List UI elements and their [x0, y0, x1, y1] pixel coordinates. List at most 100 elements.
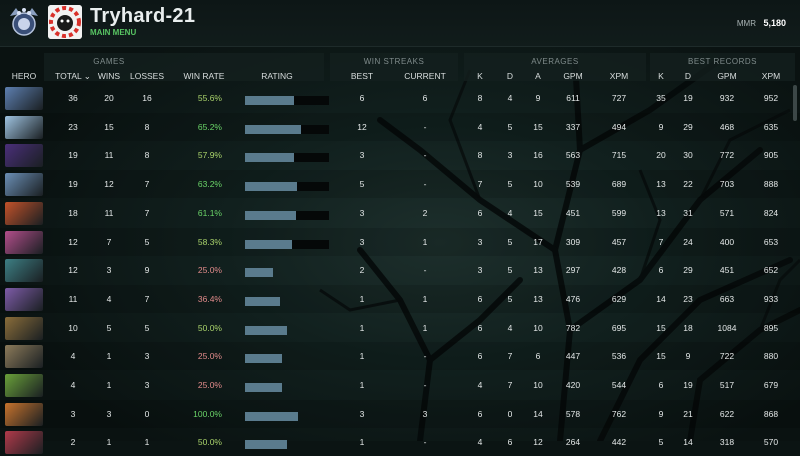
row-best-deaths: 21: [683, 408, 693, 419]
hero-icon-11[interactable]: [5, 374, 43, 397]
row-win-rate: 57.9%: [197, 150, 222, 161]
row-best-gpm: 571: [719, 207, 735, 218]
row-avg-xpm: 494: [611, 121, 627, 132]
row-avg-gpm: 563: [565, 150, 581, 161]
table-row[interactable]: 11 4 7 1 1 6 5 13 476 629 14 23 663 933 36.4%: [0, 284, 800, 313]
row-avg-kills: 8: [477, 150, 483, 161]
row-win-rate: 55.6%: [197, 93, 222, 103]
row-wins: 1: [106, 351, 112, 362]
table-scrollbar[interactable]: [793, 85, 797, 121]
row-avg-gpm: 578: [565, 408, 581, 419]
row-best-gpm: 622: [719, 408, 735, 419]
averages-group-title: AVERAGES: [531, 57, 579, 66]
col-header-best-streak[interactable]: BEST: [348, 71, 376, 81]
row-best-xpm: 653: [763, 236, 779, 247]
hero-icon-4[interactable]: [5, 173, 43, 197]
col-header-rating[interactable]: RATING: [252, 71, 302, 81]
table-row[interactable]: 19 11 8 3 - 8 3 16 563 715 20 30 772 905 57.9%: [0, 141, 800, 169]
col-header-hero[interactable]: HERO: [8, 71, 40, 81]
col-header-avg-xpm[interactable]: XPM: [606, 71, 632, 81]
col-header-avg-gpm[interactable]: GPM: [560, 71, 586, 81]
row-win-rate: 58.3%: [197, 236, 222, 247]
row-avg-xpm: 544: [611, 380, 627, 390]
main-menu-link[interactable]: MAIN MENU: [90, 28, 136, 37]
row-best-xpm: 895: [763, 322, 779, 333]
row-best-deaths: 30: [683, 150, 693, 161]
row-wins: 3: [106, 265, 112, 276]
row-wins: 20: [104, 93, 114, 103]
row-best-gpm: 1084: [717, 322, 737, 333]
table-row[interactable]: 36 20 16 6 6 8 4 9 611 727 35 19 932 952 55.6%: [0, 84, 800, 112]
rating-bar-fill: [245, 325, 287, 335]
row-best-kills: 9: [658, 121, 664, 132]
hero-icon-2[interactable]: [5, 115, 43, 139]
best-records-group-title: BEST RECORDS: [688, 57, 757, 66]
col-header-best-deaths[interactable]: D: [682, 71, 694, 81]
hero-icon-12[interactable]: [5, 402, 43, 426]
row-best-kills: 6: [658, 265, 664, 276]
table-row[interactable]: 18 11 7 3 2 6 4 15 451 599 13 31 571 824 61.1%: [0, 199, 800, 227]
row-wins: 11: [104, 150, 114, 161]
table-row[interactable]: 4 1 3 1 - 4 7 10 420 544 6 19 517 679 25.0%: [0, 371, 800, 399]
hero-icon-5[interactable]: [5, 201, 43, 225]
row-avg-gpm: 611: [566, 93, 580, 103]
hero-icon-1[interactable]: [5, 87, 43, 110]
col-header-win-rate[interactable]: WIN RATE: [182, 71, 226, 81]
row-current-streak: -: [423, 179, 427, 190]
table-row[interactable]: 12 3 9 2 - 3 5 13 297 428 6 29 451 652 25.0%: [0, 256, 800, 284]
row-avg-deaths: 5: [507, 293, 513, 304]
row-avg-assists: 14: [533, 408, 543, 419]
col-header-best-gpm[interactable]: GPM: [714, 71, 740, 81]
row-win-rate: 50.0%: [197, 437, 222, 448]
player-avatar[interactable]: [48, 5, 82, 39]
row-avg-kills: 6: [477, 207, 483, 218]
hero-icon-8[interactable]: [5, 287, 43, 311]
rating-bar-track: [245, 383, 329, 392]
row-avg-xpm: 536: [611, 351, 627, 362]
table-row[interactable]: 19 12 7 5 - 7 5 10 539 689 13 22 703 888 63.2%: [0, 170, 800, 199]
col-header-losses[interactable]: LOSSES: [128, 71, 166, 81]
col-header-avg-assists[interactable]: A: [532, 71, 544, 81]
row-best-streak: 12: [357, 121, 367, 132]
row-current-streak: 1: [422, 322, 428, 333]
row-win-rate: 25.0%: [197, 351, 222, 362]
col-header-best-xpm[interactable]: XPM: [758, 71, 784, 81]
row-avg-assists: 15: [533, 207, 543, 218]
row-avg-gpm: 476: [565, 293, 581, 304]
col-header-avg-deaths[interactable]: D: [504, 71, 516, 81]
row-avg-gpm: 539: [565, 179, 581, 190]
table-row[interactable]: 4 1 3 1 - 6 7 6 447 536 15 9 722 880 25.0%: [0, 342, 800, 371]
hero-icon-9[interactable]: [5, 316, 43, 340]
table-row[interactable]: 23 15 8 12 - 4 5 15 337 494 9 29 468 635 65.2%: [0, 112, 800, 141]
row-avg-deaths: 5: [507, 179, 513, 190]
row-best-kills: 15: [656, 322, 666, 333]
row-best-streak: 3: [359, 236, 365, 247]
row-current-streak: 1: [422, 293, 428, 304]
table-row[interactable]: 10 5 5 1 1 6 4 10 782 695 15 18 1084 895 50.0%: [0, 314, 800, 342]
row-best-kills: 35: [656, 93, 666, 103]
hero-icon-13[interactable]: [5, 431, 43, 455]
rating-bar-fill: [245, 354, 282, 364]
hero-icon-10[interactable]: [5, 345, 43, 369]
row-current-streak: -: [423, 351, 427, 362]
col-header-current-streak[interactable]: CURRENT: [402, 71, 448, 81]
row-best-kills: 6: [658, 380, 664, 390]
hero-icon-7[interactable]: [5, 259, 43, 283]
row-avg-deaths: 5: [507, 265, 513, 276]
col-header-best-kills[interactable]: K: [655, 71, 667, 81]
table-row[interactable]: 3 3 0 3 3 6 0 14 578 762 9 21 622 868 100.0%: [0, 399, 800, 428]
rating-bar-fill: [245, 239, 292, 249]
hero-icon-3[interactable]: [5, 144, 43, 168]
col-header-wins[interactable]: WINS: [92, 71, 126, 81]
rank-medal-icon: [10, 8, 38, 36]
row-losses: 7: [144, 293, 150, 304]
rating-bar-track: [245, 124, 329, 134]
col-header-total[interactable]: TOTAL ⌄: [52, 71, 94, 82]
col-header-avg-kills[interactable]: K: [474, 71, 486, 81]
row-losses: 3: [144, 351, 150, 362]
row-total: 36: [68, 93, 78, 103]
table-row[interactable]: 2 1 1 1 - 4 6 12 264 442 5 14 318 570 50.0%: [0, 428, 800, 456]
hero-icon-6[interactable]: [5, 230, 43, 254]
row-avg-xpm: 599: [611, 207, 627, 218]
table-row[interactable]: 12 7 5 3 1 3 5 17 309 457 7 24 400 653 58.3%: [0, 227, 800, 256]
